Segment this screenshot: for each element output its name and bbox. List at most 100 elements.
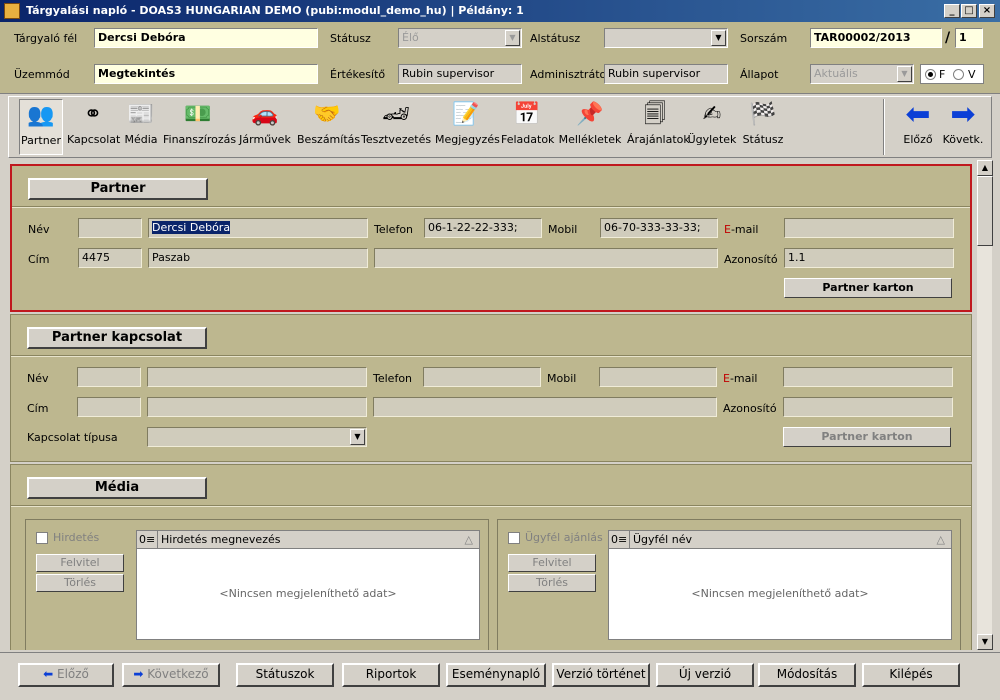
hirdetes-delete-button[interactable]: Törlés: [36, 574, 124, 592]
alstatusz-select[interactable]: ▼: [604, 28, 728, 48]
toolbar-tesztvezetes[interactable]: 🏎 Tesztvezetés: [361, 99, 431, 155]
esemenynaplo-button[interactable]: Eseménynapló: [446, 663, 546, 687]
chevron-down-icon[interactable]: ▼: [350, 429, 365, 445]
toolbar-feladatok[interactable]: 📅 Feladatok: [501, 99, 555, 155]
toolbar-label: Feladatok: [501, 133, 555, 146]
ugyfel-delete-button[interactable]: Törlés: [508, 574, 596, 592]
partner-karton-button[interactable]: Partner karton: [784, 278, 952, 298]
radio-f[interactable]: [925, 69, 936, 80]
kilepes-button[interactable]: Kilépés: [862, 663, 960, 687]
allapot-select[interactable]: Aktuális ▼: [810, 64, 914, 84]
toolbar-kapcsolat[interactable]: ⚭ Kapcsolat: [67, 99, 120, 155]
media-icon: 📰: [127, 102, 155, 127]
grid-column-header[interactable]: Hirdetés megnevezés: [161, 533, 280, 546]
hirdetes-checkbox-label: Hirdetés: [53, 531, 100, 544]
scroll-up-icon[interactable]: ▲: [977, 160, 993, 176]
divider: [11, 355, 971, 357]
chevron-down-icon[interactable]: ▼: [505, 30, 520, 46]
grid-menu-icon[interactable]: ≡: [146, 533, 155, 546]
ugyfel-grid[interactable]: 0 ≡ Ügyfél név △ <Nincsen megjeleníthető…: [608, 530, 952, 640]
kapcsolat-tipusa-label: Kapcsolat típusa: [27, 431, 118, 444]
header-form: Tárgyaló fél Dercsi Debóra Státusz Élő ▼…: [0, 22, 1000, 94]
targyalo-fel-field[interactable]: Dercsi Debóra: [94, 28, 318, 48]
media-section-button[interactable]: Média: [27, 477, 207, 499]
toolbar-statusz[interactable]: 🏁 Státusz: [741, 99, 785, 155]
modositas-button[interactable]: Módosítás: [758, 663, 856, 687]
uj-verzio-button[interactable]: Új verzió: [656, 663, 754, 687]
statuszok-button[interactable]: Státuszok: [236, 663, 334, 687]
divider: [11, 505, 971, 507]
vertical-scrollbar[interactable]: ▲ ▼: [976, 160, 993, 650]
scroll-thumb[interactable]: [977, 176, 993, 246]
toolbar-media[interactable]: 📰 Média: [123, 99, 159, 155]
statusz-select[interactable]: Élő ▼: [398, 28, 522, 48]
hirdetes-checkbox[interactable]: [36, 532, 48, 544]
alstatusz-label: Alstátusz: [530, 32, 581, 45]
ugyfel-ajanlas-checkbox[interactable]: [508, 532, 520, 544]
toolbar-label: Követk.: [942, 133, 984, 146]
ugyfel-add-button[interactable]: Felvitel: [508, 554, 596, 572]
toolbar-next[interactable]: ➡ Követk.: [941, 99, 985, 155]
button-label: Előző: [56, 667, 89, 681]
toolbar-beszamitas[interactable]: 🤝 Beszámítás: [297, 99, 360, 155]
documents-icon: 🗐: [644, 102, 666, 127]
radio-v-label: V: [968, 68, 976, 81]
scroll-down-icon[interactable]: ▼: [977, 634, 993, 650]
partner-mobil-field: 06-70-333-33-33;: [600, 218, 718, 238]
adminisztrator-field: Rubin supervisor: [604, 64, 728, 84]
allapot-value: Aktuális: [814, 67, 858, 80]
arrow-right-icon: ➡: [133, 667, 144, 681]
maximize-button[interactable]: □: [961, 4, 977, 18]
toolbar-prev[interactable]: ⬅ Előző: [899, 99, 937, 155]
title-bar: Tárgyalási napló - DOAS3 HUNGARIAN DEMO …: [0, 0, 1000, 22]
toolbar-arajanlatok[interactable]: 🗐 Árajánlatok: [627, 99, 690, 155]
kapcsolat-tipusa-select[interactable]: ▼: [147, 427, 367, 447]
media-panel: Média Hirdetés Felvitel Törlés 0 ≡ Hirde…: [10, 464, 972, 650]
toolbar-partner[interactable]: 👥 Partner: [19, 99, 63, 155]
chevron-down-icon[interactable]: ▼: [711, 30, 726, 46]
toolbar-finanszirozas[interactable]: 💵 Finanszírozás: [163, 99, 236, 155]
allapot-label: Állapot: [740, 68, 779, 81]
toolbar-megjegyzes[interactable]: 📝 Megjegyzés: [435, 99, 500, 155]
sorszam-suffix-field: 1: [955, 28, 983, 48]
riportok-button[interactable]: Riportok: [342, 663, 440, 687]
kapcsolat-nev-prefix-field: [77, 367, 141, 387]
toolbar-label: Ügyletek: [687, 133, 737, 146]
pin-icon: 📌: [576, 102, 604, 127]
statusz-value: Élő: [402, 31, 419, 44]
verzio-tortenet-button[interactable]: Verzió történet: [552, 663, 650, 687]
sort-icon[interactable]: △: [937, 533, 945, 546]
kapcsolat-zip-field: [77, 397, 141, 417]
targyalo-fel-label: Tárgyaló fél: [14, 32, 78, 45]
partner-nev-field: Dercsi Debóra: [148, 218, 368, 238]
toolbar-jarmuvek[interactable]: 🚗 Járművek: [237, 99, 293, 155]
divider: [12, 206, 970, 208]
radio-f-label: F: [939, 68, 946, 81]
checkered-flag-icon: 🏁: [749, 102, 777, 127]
link-icon: ⚭: [83, 102, 103, 127]
minimize-button[interactable]: _: [944, 4, 960, 18]
radio-v[interactable]: [953, 69, 964, 80]
kapcsolat-azonosito-field: [783, 397, 953, 417]
adminisztrator-label: Adminisztrátor: [530, 68, 611, 81]
toolbar-label: Média: [124, 133, 158, 146]
toolbar-ugyletek[interactable]: ✍ Ügyletek: [687, 99, 737, 155]
kapcsolat-karton-button[interactable]: Partner karton: [783, 427, 951, 447]
chevron-down-icon[interactable]: ▼: [897, 66, 912, 82]
toolbar-mellekletek[interactable]: 📌 Mellékletek: [557, 99, 623, 155]
bottom-next-button[interactable]: ➡ Következő: [122, 663, 220, 687]
hirdetes-grid[interactable]: 0 ≡ Hirdetés megnevezés △ <Nincsen megje…: [136, 530, 480, 640]
bottom-prev-button[interactable]: ⬅ Előző: [18, 663, 114, 687]
ugyfel-ajanlas-checkbox-label: Ügyfél ajánlás: [525, 531, 603, 544]
sort-icon[interactable]: △: [465, 533, 473, 546]
arrow-left-icon: ⬅: [905, 97, 931, 132]
ertekesito-label: Értékesítő: [330, 68, 386, 81]
close-button[interactable]: ×: [979, 4, 995, 18]
grid-menu-icon[interactable]: ≡: [618, 533, 627, 546]
hirdetes-add-button[interactable]: Felvitel: [36, 554, 124, 572]
fv-radio-group: F V: [920, 64, 984, 84]
partner-kapcsolat-section-button[interactable]: Partner kapcsolat: [27, 327, 207, 349]
partner-nev-value: Dercsi Debóra: [152, 221, 231, 234]
grid-column-header[interactable]: Ügyfél név: [633, 533, 692, 546]
partner-section-button[interactable]: Partner: [28, 178, 208, 200]
